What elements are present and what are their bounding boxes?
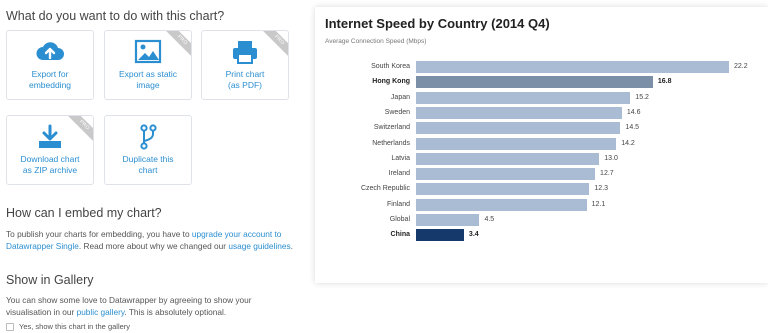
- chart-subtitle: Average Connection Speed (Mbps): [325, 38, 427, 45]
- gallery-checkbox[interactable]: [6, 322, 14, 331]
- chart-row: Netherlands 14.2: [315, 137, 768, 150]
- gallery-checkbox-label: Yes, show this chart in the gallery: [19, 322, 131, 331]
- chart-row: Japan 15.2: [315, 91, 768, 104]
- value-label: 12.1: [591, 200, 606, 208]
- chart-row: Hong Kong 16.8: [315, 76, 768, 89]
- chart-row: Latvia 13.0: [315, 152, 768, 165]
- tile-label: Print chart (as PDF): [225, 69, 265, 90]
- value-label: 16.8: [657, 78, 672, 86]
- chart-preview: Internet Speed by Country (2014 Q4) Aver…: [315, 7, 768, 283]
- fork-icon: [105, 124, 191, 150]
- tile-label: Export as static image: [118, 69, 178, 90]
- bar: [416, 152, 600, 165]
- embed-paragraph: To publish your charts for embedding, yo…: [6, 229, 293, 251]
- export-image-tile[interactable]: Export as static image PRO: [104, 30, 192, 100]
- chart-row: China 3.4: [315, 229, 768, 242]
- chart-row: Finland 12.1: [315, 198, 768, 211]
- embed-heading: How can I embed my chart?: [6, 206, 162, 220]
- gallery-checkbox-row[interactable]: Yes, show this chart in the gallery: [6, 322, 130, 331]
- category-label: Switzerland: [373, 124, 410, 132]
- tile-label: Export for embedding: [28, 69, 72, 90]
- bar: [416, 168, 596, 181]
- category-label: Sweden: [384, 108, 410, 116]
- publish-panel: What do you want to do with this chart? …: [0, 0, 300, 333]
- category-label: Finland: [387, 200, 410, 208]
- value-label: 22.2: [734, 63, 748, 70]
- value-label: 3.4: [468, 231, 479, 239]
- section-heading-actions: What do you want to do with this chart?: [6, 9, 225, 23]
- chart-row: Global 4.5: [315, 214, 768, 226]
- export-embed-tile[interactable]: Export for embedding: [6, 30, 94, 100]
- gallery-heading: Show in Gallery: [6, 273, 94, 287]
- print-pdf-tile[interactable]: Print chart (as PDF) PRO: [201, 30, 289, 100]
- chart-row: Ireland 12.7: [315, 168, 768, 181]
- value-label: 14.2: [621, 139, 635, 147]
- value-label: 4.5: [484, 216, 495, 223]
- value-label: 13.0: [604, 154, 618, 162]
- bar: [416, 91, 631, 104]
- bar: [416, 183, 590, 196]
- usage-guidelines-link[interactable]: usage guidelines: [228, 241, 290, 251]
- chart-row: Switzerland 14.5: [315, 122, 768, 135]
- bar: [416, 61, 729, 73]
- chart-title: Internet Speed by Country (2014 Q4): [325, 16, 550, 31]
- gallery-paragraph: You can show some love to Datawrapper by…: [6, 295, 252, 317]
- category-label: Global: [389, 216, 410, 223]
- chart-row: Czech Republic 12.3: [315, 183, 768, 196]
- download-zip-tile[interactable]: Download chart as ZIP archive PRO: [6, 115, 94, 185]
- cloud-upload-icon: [7, 39, 93, 65]
- bar: [416, 76, 653, 89]
- category-label: Hong Kong: [372, 78, 410, 86]
- category-label: South Korea: [371, 63, 410, 70]
- value-label: 12.7: [600, 170, 614, 178]
- category-label: China: [390, 231, 410, 239]
- bar: [416, 198, 587, 211]
- category-label: Ireland: [388, 170, 410, 178]
- value-label: 14.5: [625, 124, 640, 132]
- category-label: Czech Republic: [360, 185, 410, 193]
- category-label: Latvia: [391, 154, 410, 162]
- category-label: Japan: [390, 93, 410, 101]
- chart-row: South Korea 22.2: [315, 61, 768, 73]
- duplicate-chart-tile[interactable]: Duplicate this chart: [104, 115, 192, 185]
- bar: [416, 214, 480, 226]
- value-label: 12.3: [594, 185, 609, 193]
- value-label: 15.2: [635, 93, 649, 101]
- bar: [416, 229, 464, 242]
- category-label: Netherlands: [372, 139, 410, 147]
- chart-row: Sweden 14.6: [315, 106, 768, 119]
- bar: [416, 106, 622, 119]
- tile-label: Download chart as ZIP archive: [20, 154, 80, 175]
- bar: [416, 137, 617, 150]
- value-label: 14.6: [626, 108, 641, 116]
- bar: [416, 122, 621, 135]
- tile-label: Duplicate this chart: [122, 154, 174, 175]
- public-gallery-link[interactable]: public gallery: [77, 307, 125, 317]
